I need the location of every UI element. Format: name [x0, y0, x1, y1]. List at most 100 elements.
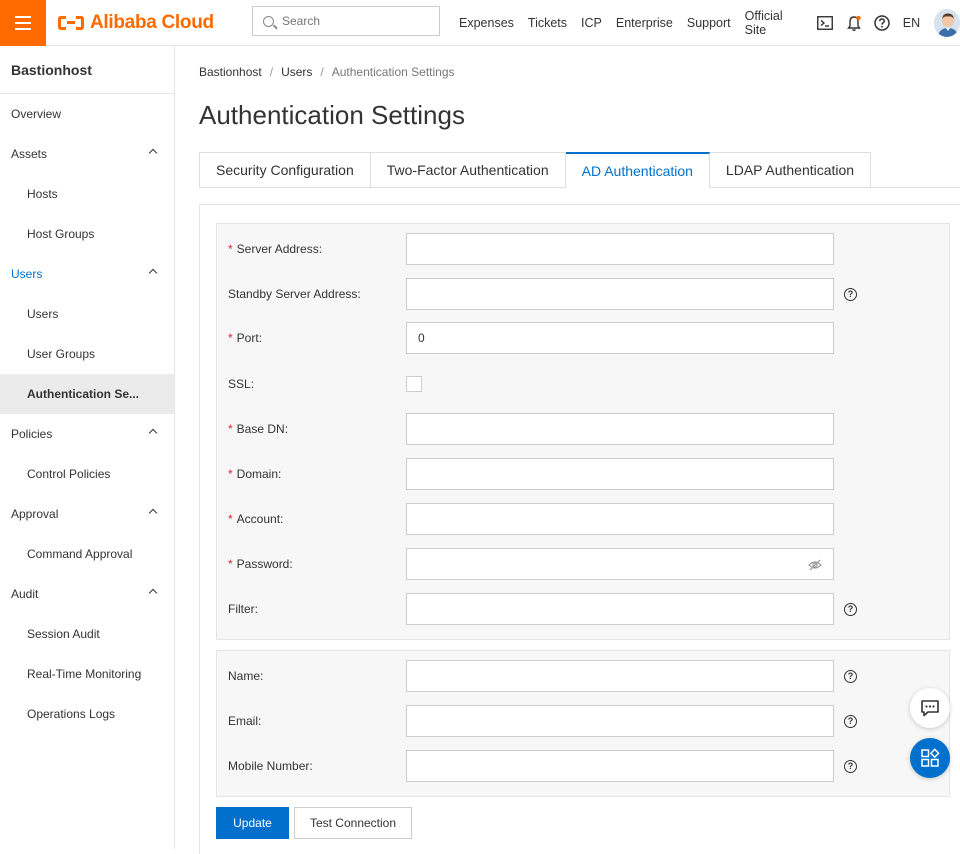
sidebar-item-label: Command Approval — [27, 547, 132, 561]
account-label: *Account: — [228, 512, 283, 526]
sidebar-item-operations-logs[interactable]: Operations Logs — [0, 694, 174, 734]
breadcrumb: Bastionhost / Users / Authentication Set… — [199, 65, 455, 79]
password-input[interactable] — [406, 548, 834, 580]
nav-tickets[interactable]: Tickets — [528, 16, 567, 30]
chevron-up-icon — [149, 149, 157, 157]
name-label: Name: — [228, 669, 263, 683]
ssl-label: SSL: — [228, 377, 254, 391]
sidebar-item-hosts[interactable]: Hosts — [0, 174, 174, 214]
sidebar-item-label: Policies — [11, 427, 52, 441]
breadcrumb-users[interactable]: Users — [281, 65, 312, 79]
sidebar-item-user-groups[interactable]: User Groups — [0, 334, 174, 374]
breadcrumb-separator: / — [320, 65, 323, 79]
sidebar-group-assets[interactable]: Assets — [0, 134, 174, 174]
chevron-up-icon — [149, 589, 157, 597]
nav-expenses[interactable]: Expenses — [459, 16, 514, 30]
base-dn-row: *Base DN: — [217, 413, 949, 445]
sidebar-item-label: Session Audit — [27, 627, 100, 641]
port-input[interactable]: 0 — [406, 322, 834, 354]
base-dn-input[interactable] — [406, 413, 834, 445]
sidebar-item-overview[interactable]: Overview — [0, 94, 174, 134]
mobile-number-label: Mobile Number: — [228, 759, 313, 773]
sidebar-item-label: Operations Logs — [27, 707, 115, 721]
language-switch[interactable]: EN — [903, 16, 920, 30]
breadcrumb-current: Authentication Settings — [332, 65, 455, 79]
update-button[interactable]: Update — [216, 807, 289, 839]
menu-icon[interactable] — [0, 0, 46, 46]
sidebar-item-label: User Groups — [27, 347, 95, 361]
filter-row: Filter: ? — [217, 593, 949, 625]
sidebar-group-approval[interactable]: Approval — [0, 494, 174, 534]
domain-input[interactable] — [406, 458, 834, 490]
help-icon[interactable]: ? — [844, 760, 857, 773]
nav-official-site[interactable]: Official Site — [745, 9, 803, 37]
nav-support[interactable]: Support — [687, 16, 731, 30]
sidebar-group-policies[interactable]: Policies — [0, 414, 174, 454]
mobile-number-input[interactable] — [406, 750, 834, 782]
sidebar-item-command-approval[interactable]: Command Approval — [0, 534, 174, 574]
sidebar-item-label: Authentication Se... — [27, 387, 139, 401]
mobile-number-row: Mobile Number: ? — [217, 750, 949, 782]
email-input[interactable] — [406, 705, 834, 737]
help-icon[interactable] — [874, 14, 891, 32]
avatar[interactable] — [934, 9, 960, 37]
tab-security-configuration[interactable]: Security Configuration — [199, 152, 371, 188]
terminal-icon[interactable] — [817, 14, 834, 32]
sidebar-item-label: Overview — [11, 107, 61, 121]
help-icon[interactable]: ? — [844, 670, 857, 683]
top-nav: Expenses Tickets ICP Enterprise Support … — [459, 0, 960, 46]
filter-input[interactable] — [406, 593, 834, 625]
connection-settings-section: *Server Address: Standby Server Address:… — [216, 223, 950, 640]
tab-ad-authentication[interactable]: AD Authentication — [566, 152, 710, 188]
search-box[interactable] — [252, 6, 440, 36]
breadcrumb-bastionhost[interactable]: Bastionhost — [199, 65, 262, 79]
search-icon — [263, 16, 274, 27]
eye-slash-icon[interactable] — [808, 558, 822, 572]
sidebar-group-users[interactable]: Users — [0, 254, 174, 294]
tab-two-factor-authentication[interactable]: Two-Factor Authentication — [371, 152, 566, 188]
password-label: *Password: — [228, 557, 293, 571]
nav-icp[interactable]: ICP — [581, 16, 602, 30]
port-label: *Port: — [228, 331, 262, 345]
port-row: *Port: 0 — [217, 322, 949, 354]
sidebar-item-real-time-monitoring[interactable]: Real-Time Monitoring — [0, 654, 174, 694]
sidebar-item-label: Audit — [11, 587, 38, 601]
sidebar-item-authentication-settings[interactable]: Authentication Se... — [0, 374, 174, 414]
sidebar-item-label: Assets — [11, 147, 47, 161]
base-dn-label: *Base DN: — [228, 422, 288, 436]
sidebar-item-control-policies[interactable]: Control Policies — [0, 454, 174, 494]
server-address-input[interactable] — [406, 233, 834, 265]
sidebar-item-session-audit[interactable]: Session Audit — [0, 614, 174, 654]
apps-button[interactable] — [910, 738, 950, 778]
chevron-up-icon — [149, 429, 157, 437]
search-input[interactable] — [282, 14, 422, 28]
breadcrumb-separator: / — [270, 65, 273, 79]
tab-ldap-authentication[interactable]: LDAP Authentication — [710, 152, 871, 188]
standby-server-address-row: Standby Server Address: ? — [217, 278, 949, 310]
account-input[interactable] — [406, 503, 834, 535]
domain-label: *Domain: — [228, 467, 281, 481]
attribute-mapping-section: Name: ? Email: ? Mobile Number: ? — [216, 650, 950, 797]
help-icon[interactable]: ? — [844, 288, 857, 301]
help-icon[interactable]: ? — [844, 715, 857, 728]
sidebar-group-audit[interactable]: Audit — [0, 574, 174, 614]
help-icon[interactable]: ? — [844, 603, 857, 616]
nav-enterprise[interactable]: Enterprise — [616, 16, 673, 30]
bell-icon[interactable] — [845, 14, 862, 32]
chevron-up-icon — [149, 509, 157, 517]
email-label: Email: — [228, 714, 261, 728]
test-connection-button[interactable]: Test Connection — [294, 807, 412, 839]
server-address-row: *Server Address: — [217, 233, 949, 265]
standby-server-address-input[interactable] — [406, 278, 834, 310]
chevron-up-icon — [149, 269, 157, 277]
logo[interactable]: Alibaba Cloud — [58, 12, 214, 34]
tab-bar: Security Configuration Two-Factor Authen… — [199, 152, 871, 188]
name-input[interactable] — [406, 660, 834, 692]
sidebar-item-host-groups[interactable]: Host Groups — [0, 214, 174, 254]
filter-label: Filter: — [228, 602, 258, 616]
server-address-label: *Server Address: — [228, 242, 322, 256]
chat-button[interactable] — [910, 688, 950, 728]
sidebar-item-users[interactable]: Users — [0, 294, 174, 334]
ssl-checkbox[interactable] — [406, 376, 422, 392]
password-row: *Password: — [217, 548, 949, 580]
